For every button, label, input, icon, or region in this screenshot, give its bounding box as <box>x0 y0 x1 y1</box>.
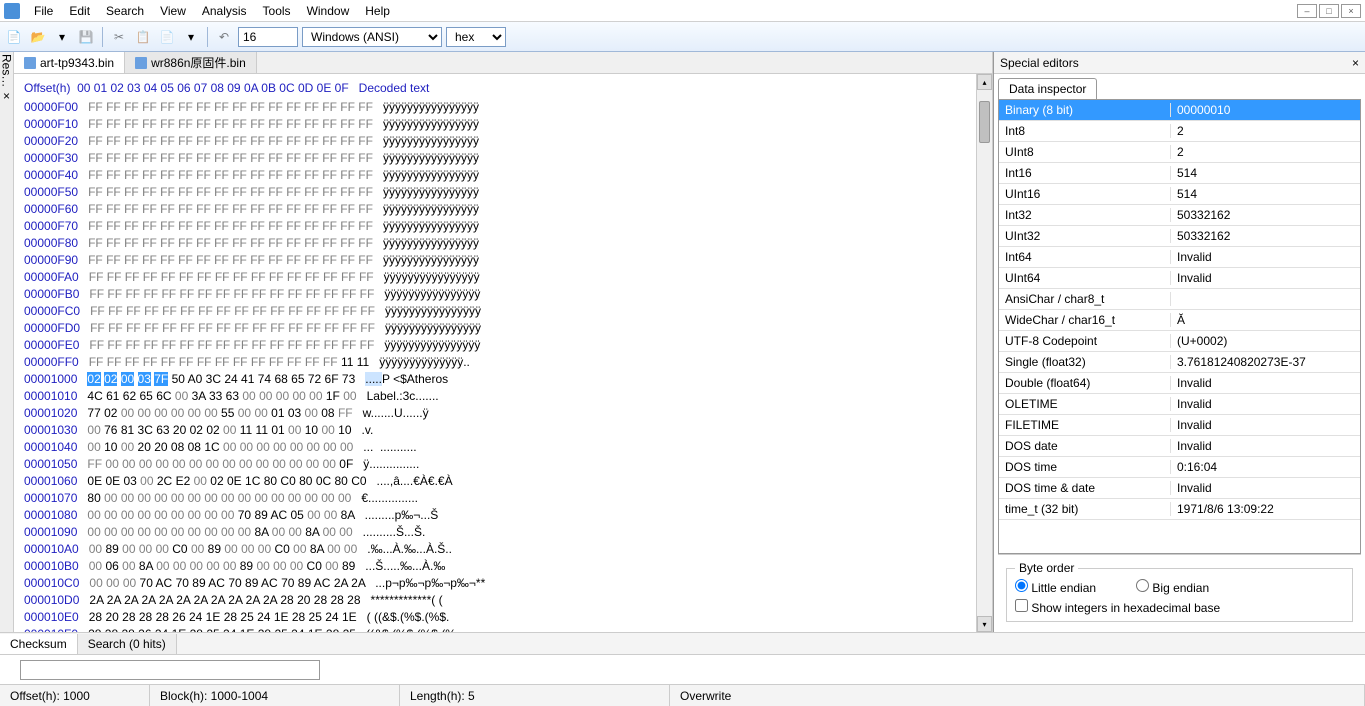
bytes-per-row-input[interactable] <box>238 27 298 47</box>
inspector-row[interactable]: OLETIMEInvalid <box>999 394 1360 415</box>
menu-file[interactable]: File <box>26 1 61 21</box>
close-icon[interactable]: × <box>1352 56 1359 70</box>
hex-integers-checkbox[interactable]: Show integers in hexadecimal base <box>1015 601 1220 615</box>
tab-data-inspector[interactable]: Data inspector <box>998 78 1097 99</box>
inspector-row[interactable]: Double (float64)Invalid <box>999 373 1360 394</box>
app-icon <box>4 3 20 19</box>
save-button[interactable]: 💾 <box>76 27 96 47</box>
dropdown-icon[interactable]: ▾ <box>181 27 201 47</box>
bottom-tab[interactable]: Checksum <box>0 634 78 654</box>
maximize-button[interactable]: □ <box>1319 4 1339 18</box>
separator <box>207 27 208 47</box>
menu-window[interactable]: Window <box>299 1 358 21</box>
bottom-tab[interactable]: Search (0 hits) <box>78 634 177 654</box>
undo-button[interactable]: ↶ <box>214 27 234 47</box>
menu-tools[interactable]: Tools <box>255 1 299 21</box>
menu-analysis[interactable]: Analysis <box>194 1 255 21</box>
status-bar: Offset(h): 1000 Block(h): 1000-1004 Leng… <box>0 684 1365 706</box>
inspector-row[interactable]: DOS time & dateInvalid <box>999 478 1360 499</box>
dropdown-icon[interactable]: ▾ <box>52 27 72 47</box>
new-file-button[interactable]: 📄 <box>4 27 24 47</box>
inspector-row[interactable]: UInt3250332162 <box>999 226 1360 247</box>
close-icon[interactable]: × <box>3 89 10 103</box>
big-endian-radio[interactable]: Big endian <box>1136 579 1209 595</box>
inspector-row[interactable]: time_t (32 bit)1971/8/6 13:09:22 <box>999 499 1360 520</box>
menu-edit[interactable]: Edit <box>61 1 98 21</box>
encoding-select[interactable]: Windows (ANSI) <box>302 27 442 47</box>
hex-view[interactable]: Offset(h) 00 01 02 03 04 05 06 07 08 09 … <box>14 74 976 632</box>
menu-help[interactable]: Help <box>357 1 398 21</box>
file-tabs: art-tp9343.binwr886n原固件.bin <box>14 52 992 74</box>
status-mode: Overwrite <box>670 685 1365 706</box>
cut-button[interactable]: ✂ <box>109 27 129 47</box>
inspector-row[interactable]: FILETIMEInvalid <box>999 415 1360 436</box>
inspector-row[interactable]: UInt16514 <box>999 184 1360 205</box>
data-inspector-table[interactable]: Binary (8 bit)00000010Int82UInt82Int1651… <box>998 99 1361 554</box>
inspector-row[interactable]: UInt64Invalid <box>999 268 1360 289</box>
copy-button[interactable]: 📋 <box>133 27 153 47</box>
special-editors-panel: Special editors × Data inspector Binary … <box>993 52 1365 632</box>
inspector-row[interactable]: AnsiChar / char8_t <box>999 289 1360 310</box>
window-controls: – □ × <box>1297 4 1365 18</box>
menu-search[interactable]: Search <box>98 1 152 21</box>
scroll-up-button[interactable]: ▴ <box>977 74 992 90</box>
minimize-button[interactable]: – <box>1297 4 1317 18</box>
inspector-row[interactable]: UTF-8 Codepoint (U+0002) <box>999 331 1360 352</box>
results-label: Res… <box>0 54 14 87</box>
byte-order-fieldset: Byte order Little endian Big endian Show… <box>1006 561 1353 622</box>
menu-view[interactable]: View <box>152 1 194 21</box>
open-file-button[interactable]: 📂 <box>28 27 48 47</box>
inspector-row[interactable]: Single (float32)3.76181240820273E-37 <box>999 352 1360 373</box>
separator <box>102 27 103 47</box>
status-offset: Offset(h): 1000 <box>0 685 150 706</box>
panel-title: Special editors <box>1000 56 1079 70</box>
file-icon <box>135 57 147 69</box>
toolbar: 📄 📂 ▾ 💾 ✂ 📋 📄 ▾ ↶ Windows (ANSI) hex <box>0 22 1365 52</box>
vertical-scrollbar[interactable]: ▴ ▾ <box>976 74 992 632</box>
close-button[interactable]: × <box>1341 4 1361 18</box>
file-icon <box>24 57 36 69</box>
bottom-panel <box>0 654 1365 684</box>
status-block: Block(h): 1000-1004 <box>150 685 400 706</box>
bottom-input[interactable] <box>20 660 320 680</box>
inspector-row[interactable]: DOS time0:16:04 <box>999 457 1360 478</box>
inspector-row[interactable]: Binary (8 bit)00000010 <box>999 100 1360 121</box>
inspector-row[interactable]: WideChar / char16_tĂ <box>999 310 1360 331</box>
results-strip[interactable]: Res… × <box>0 52 14 632</box>
status-length: Length(h): 5 <box>400 685 670 706</box>
file-tab[interactable]: wr886n原固件.bin <box>125 52 257 73</box>
little-endian-radio[interactable]: Little endian <box>1015 579 1096 595</box>
display-select[interactable]: hex <box>446 27 506 47</box>
inspector-row[interactable]: UInt82 <box>999 142 1360 163</box>
bottom-tabs: ChecksumSearch (0 hits) <box>0 632 1365 654</box>
scroll-down-button[interactable]: ▾ <box>977 616 992 632</box>
file-tab[interactable]: art-tp9343.bin <box>14 52 125 73</box>
inspector-row[interactable]: Int82 <box>999 121 1360 142</box>
byte-order-label: Byte order <box>1015 561 1078 575</box>
paste-button[interactable]: 📄 <box>157 27 177 47</box>
inspector-row[interactable]: Int64Invalid <box>999 247 1360 268</box>
inspector-row[interactable]: DOS dateInvalid <box>999 436 1360 457</box>
menubar: FileEditSearchViewAnalysisToolsWindowHel… <box>0 0 1365 22</box>
inspector-row[interactable]: Int3250332162 <box>999 205 1360 226</box>
inspector-row[interactable]: Int16514 <box>999 163 1360 184</box>
